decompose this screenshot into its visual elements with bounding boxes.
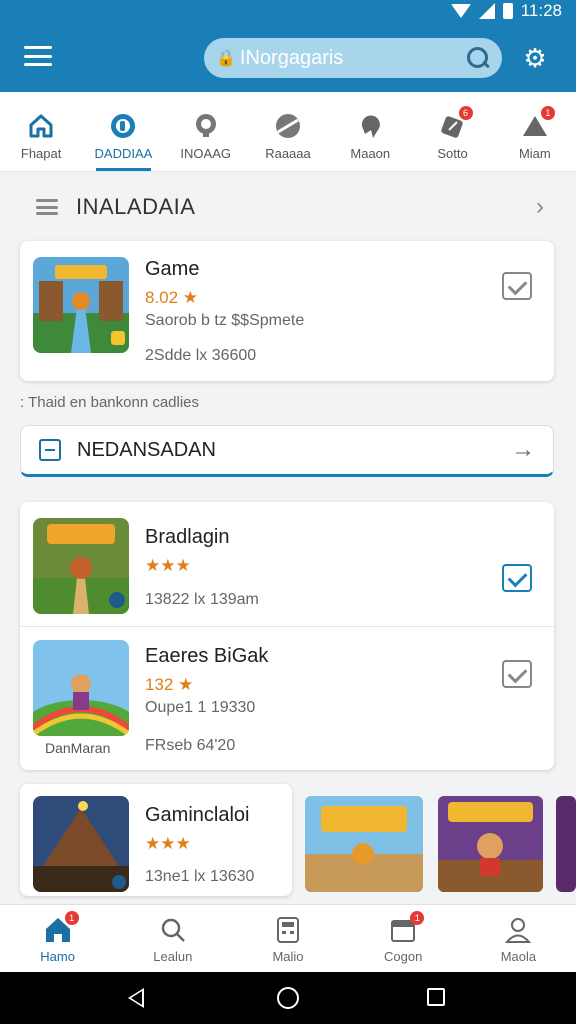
tab-daddiaa[interactable]: DADDIAA [82,92,164,171]
nav-label: Cogon [384,949,423,964]
tab-raaaaa[interactable]: Raaaaa [247,92,329,171]
nav-label: Maola [500,949,537,964]
checkbox[interactable] [502,660,532,688]
tab-label: Fhapat [20,146,62,161]
tab-label: Maaon [350,146,391,161]
section-header[interactable]: INALADAIA › [20,190,556,224]
home-icon [27,112,55,140]
minus-box-icon [39,439,61,461]
nav-label: Malio [272,949,304,964]
game-meta: 13822 lx 139am [145,591,259,608]
checkbox[interactable] [502,564,532,592]
disc-icon [274,112,302,140]
game-rating: ★★★ [145,834,191,853]
nav-cogon[interactable]: 1 Cogon [346,905,461,972]
cta-label: NEDANSADAN [77,438,216,461]
hamburger-icon[interactable] [24,46,52,66]
game-name: Bradlagin [145,526,230,548]
list-icon [36,199,58,215]
pin-icon [192,112,220,140]
tab-badge: 6 [458,106,473,120]
section-note: : Thaid en bankonn cadlies [20,394,200,411]
game-meta: Saorob b tz $$Spmete [145,312,305,329]
battery-icon [502,3,513,19]
tag-icon: 6 [439,106,473,140]
tab-label: Sotto [437,146,468,161]
nav-home[interactable]: 1 Hamo [0,905,115,972]
status-bar: 11:28 [450,0,562,22]
game-meta: 13ne1 lx 13630 [145,868,255,885]
gear-icon[interactable]: ⚙ [522,45,548,71]
back-icon[interactable] [128,988,144,1008]
nav-search[interactable]: Lealun [115,905,230,972]
tab-maaon[interactable]: Maaon [329,92,411,171]
game-name: Game [145,258,200,280]
tab-inoaag[interactable]: INOAAG [165,92,247,171]
carousel-item[interactable] [438,796,543,892]
cta-button[interactable]: NEDANSADAN → [20,425,554,477]
alert-icon: 1 [521,106,555,140]
checkbox[interactable] [502,272,532,300]
list-item[interactable]: DanMaran Eaeres BiGak 132 ★ Oupe1 1 1933… [20,627,554,770]
game-thumbnail [33,257,129,353]
home-icon: 1 [43,911,79,945]
nav-malio[interactable]: Malio [230,905,345,972]
game-stats: 2Sdde lx 36600 [145,347,257,364]
search-icon[interactable] [466,46,490,70]
search-input[interactable] [239,46,460,70]
game-meta: Oupe1 1 19330 [145,699,256,716]
featured-game-card[interactable]: Game 8.02 ★ Saorob b tz $$Spmete 2Sdde l… [20,241,554,381]
game-name: Gaminclaloi [145,804,250,826]
game-list-card: Bradlagin ★★★ 13822 lx 139am DanMaran Ea… [20,502,554,770]
tab-sotto[interactable]: 6 Sotto [411,92,493,171]
tab-badge: 1 [540,106,555,120]
game-caption: DanMaran [45,740,111,756]
game-thumbnail [33,518,129,614]
bottom-navigation: 1 Hamo Lealun Malio 1 Cogon Maola [0,904,576,972]
game-thumbnail [33,796,129,892]
nav-label: Lealun [153,949,193,964]
carousel-item[interactable] [305,796,423,892]
tab-label: Raaaaa [265,146,311,161]
app-bar: 11:28 🔒 ⚙ [0,0,576,92]
home-circle-icon[interactable] [277,987,299,1009]
tab-label: INOAAG [180,146,231,161]
target-icon [109,112,137,140]
signal-icon [478,3,495,19]
tab-label: DADDIAA [94,146,153,161]
wifi-icon [450,4,471,18]
arrow-right-icon: → [511,436,535,463]
nav-profile[interactable]: Maola [461,905,576,972]
game-rating: 132 ★ [145,675,194,694]
category-tabs: Fhapat DADDIAA INOAAG Raaaaa Maaon 6 Sot… [0,92,576,172]
nav-badge: 1 [64,911,79,925]
tab-miam[interactable]: 1 Miam [494,92,576,171]
system-nav-bar [0,972,576,1024]
section-title: INALADAIA [76,194,196,219]
game-name: Eaeres BiGak [145,645,269,667]
game-rating: 8.02 ★ [145,288,199,307]
carousel-item[interactable] [556,796,576,892]
calendar-icon: 1 [388,911,425,945]
chevron-right-icon[interactable]: › [536,193,544,221]
search-icon [158,915,188,945]
tab-label: Miam [518,146,551,161]
nav-label: Hamo [40,949,75,964]
person-icon [503,915,533,945]
game-rating: ★★★ [145,556,191,575]
status-time: 11:28 [520,1,562,20]
nav-badge: 1 [410,911,425,925]
game-card-small[interactable]: Gaminclaloi ★★★ 13ne1 lx 13630 [20,784,292,896]
head-icon [356,112,384,140]
lock-icon: 🔒 [216,50,236,67]
game-thumbnail [33,640,129,736]
search-bar[interactable]: 🔒 [204,38,502,78]
tab-fhapat[interactable]: Fhapat [0,92,82,171]
recents-icon[interactable] [427,988,445,1006]
game-stats: FRseb 64'20 [145,737,236,754]
list-item[interactable]: Bradlagin ★★★ 13822 lx 139am [20,502,554,626]
calculator-icon [273,915,303,945]
